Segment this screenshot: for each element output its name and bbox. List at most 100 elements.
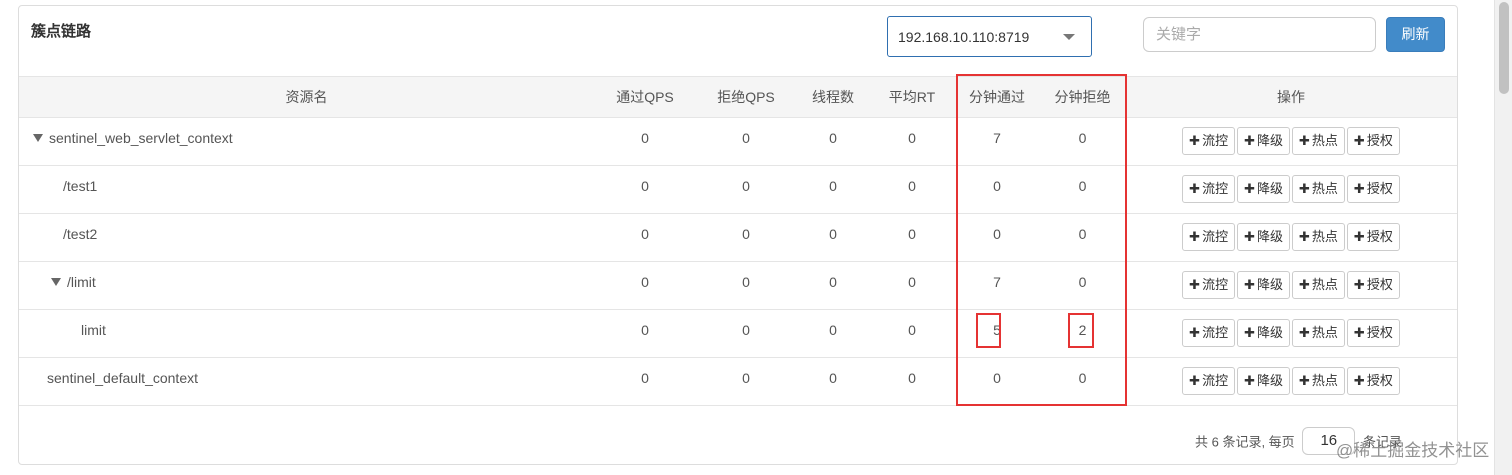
add-hotspot-rule-button[interactable]: ✚ 热点 <box>1292 367 1345 395</box>
cluster-node-panel: 簇点链路 192.168.10.110:8719 刷新 资源名 通过QPS 拒绝… <box>18 5 1458 465</box>
plus-icon: ✚ <box>1244 229 1255 244</box>
plus-icon: ✚ <box>1299 373 1310 388</box>
add-hotspot-rule-button[interactable]: ✚ 热点 <box>1292 271 1345 299</box>
table-row: /limit 0 0 0 0 7 0 ✚ 流控 ✚ 降级 ✚ 热点 ✚ 授权 <box>19 261 1457 310</box>
button-label: 降级 <box>1256 277 1283 292</box>
plus-icon: ✚ <box>1299 325 1310 340</box>
col-header-minute-pass[interactable]: 分钟通过 <box>954 76 1040 118</box>
minute-pass-cell: 7 <box>954 117 1040 166</box>
button-label: 热点 <box>1311 133 1338 148</box>
minute-block-cell: 2 <box>1040 309 1125 358</box>
add-degrade-rule-button[interactable]: ✚ 降级 <box>1237 175 1290 203</box>
minute-block-cell: 0 <box>1040 213 1125 262</box>
resource-name: /test2 <box>63 226 98 242</box>
add-auth-rule-button[interactable]: ✚ 授权 <box>1346 175 1400 203</box>
block-qps-cell: 0 <box>696 261 796 310</box>
resource-name-cell[interactable]: sentinel_default_context <box>19 357 594 406</box>
resource-name-cell[interactable]: limit <box>19 309 594 358</box>
actions-cell: ✚ 流控 ✚ 降级 ✚ 热点 ✚ 授权 <box>1125 357 1457 406</box>
add-hotspot-rule-button[interactable]: ✚ 热点 <box>1292 223 1345 251</box>
col-header-minute-block[interactable]: 分钟拒绝 <box>1040 76 1125 118</box>
add-auth-rule-button[interactable]: ✚ 授权 <box>1346 319 1400 347</box>
button-label: 授权 <box>1366 277 1393 292</box>
avg-rt-cell: 0 <box>870 357 954 406</box>
scrollbar-thumb[interactable] <box>1499 2 1509 94</box>
plus-icon: ✚ <box>1353 181 1365 196</box>
button-label: 流控 <box>1202 133 1229 148</box>
button-label: 流控 <box>1202 325 1229 340</box>
pass-qps-cell: 0 <box>594 117 696 166</box>
resource-name: sentinel_web_servlet_context <box>49 130 233 146</box>
col-header-block-qps[interactable]: 拒绝QPS <box>696 76 796 118</box>
table-row: sentinel_web_servlet_context 0 0 0 0 7 0… <box>19 117 1457 166</box>
plus-icon: ✚ <box>1353 325 1365 340</box>
add-flow-rule-button[interactable]: ✚ 流控 <box>1182 319 1236 347</box>
add-auth-rule-button[interactable]: ✚ 授权 <box>1346 271 1400 299</box>
collapse-triangle-icon[interactable] <box>33 134 43 142</box>
button-label: 热点 <box>1311 373 1338 388</box>
plus-icon: ✚ <box>1353 373 1365 388</box>
add-flow-rule-button[interactable]: ✚ 流控 <box>1182 223 1236 251</box>
actions-cell: ✚ 流控 ✚ 降级 ✚ 热点 ✚ 授权 <box>1125 117 1457 166</box>
table-row: limit 0 0 0 0 5 2 ✚ 流控 ✚ 降级 ✚ 热点 ✚ 授权 <box>19 309 1457 358</box>
add-hotspot-rule-button[interactable]: ✚ 热点 <box>1292 319 1345 347</box>
plus-icon: ✚ <box>1353 229 1365 244</box>
add-auth-rule-button[interactable]: ✚ 授权 <box>1346 127 1400 155</box>
button-label: 流控 <box>1202 229 1229 244</box>
button-label: 热点 <box>1311 181 1338 196</box>
button-label: 授权 <box>1366 181 1393 196</box>
col-header-pass-qps[interactable]: 通过QPS <box>594 76 696 118</box>
resource-name-cell[interactable]: /test1 <box>19 165 594 214</box>
actions-cell: ✚ 流控 ✚ 降级 ✚ 热点 ✚ 授权 <box>1125 213 1457 262</box>
add-degrade-rule-button[interactable]: ✚ 降级 <box>1237 127 1290 155</box>
table-row: /test1 0 0 0 0 0 0 ✚ 流控 ✚ 降级 ✚ 热点 ✚ 授权 <box>19 165 1457 214</box>
avg-rt-cell: 0 <box>870 309 954 358</box>
panel-title: 簇点链路 <box>31 23 92 40</box>
plus-icon: ✚ <box>1189 133 1201 148</box>
plus-icon: ✚ <box>1353 277 1365 292</box>
resource-name-cell[interactable]: /test2 <box>19 213 594 262</box>
resource-name-cell[interactable]: sentinel_web_servlet_context <box>19 117 594 166</box>
col-header-resource[interactable]: 资源名 <box>19 76 594 118</box>
pass-qps-cell: 0 <box>594 261 696 310</box>
page-scrollbar[interactable] <box>1494 0 1512 475</box>
keyword-search-input[interactable] <box>1143 17 1376 52</box>
button-label: 流控 <box>1202 373 1229 388</box>
col-header-threads[interactable]: 线程数 <box>796 76 870 118</box>
add-flow-rule-button[interactable]: ✚ 流控 <box>1182 127 1236 155</box>
plus-icon: ✚ <box>1189 229 1201 244</box>
plus-icon: ✚ <box>1244 133 1255 148</box>
add-degrade-rule-button[interactable]: ✚ 降级 <box>1237 223 1290 251</box>
add-hotspot-rule-button[interactable]: ✚ 热点 <box>1292 175 1345 203</box>
add-flow-rule-button[interactable]: ✚ 流控 <box>1182 175 1236 203</box>
pass-qps-cell: 0 <box>594 357 696 406</box>
resource-name-cell[interactable]: /limit <box>19 261 594 310</box>
resource-name: sentinel_default_context <box>47 370 198 386</box>
add-flow-rule-button[interactable]: ✚ 流控 <box>1182 367 1236 395</box>
add-auth-rule-button[interactable]: ✚ 授权 <box>1346 223 1400 251</box>
plus-icon: ✚ <box>1189 277 1201 292</box>
button-label: 降级 <box>1256 229 1283 244</box>
add-degrade-rule-button[interactable]: ✚ 降级 <box>1237 319 1290 347</box>
button-label: 授权 <box>1366 229 1393 244</box>
machine-select[interactable]: 192.168.10.110:8719 <box>887 16 1092 57</box>
threads-cell: 0 <box>796 309 870 358</box>
add-auth-rule-button[interactable]: ✚ 授权 <box>1346 367 1400 395</box>
collapse-triangle-icon[interactable] <box>51 278 61 286</box>
minute-pass-cell: 0 <box>954 357 1040 406</box>
minute-pass-cell: 0 <box>954 213 1040 262</box>
minute-pass-cell: 5 <box>954 309 1040 358</box>
add-degrade-rule-button[interactable]: ✚ 降级 <box>1237 367 1290 395</box>
col-header-actions: 操作 <box>1125 76 1457 118</box>
minute-block-cell: 0 <box>1040 261 1125 310</box>
minute-block-cell: 0 <box>1040 117 1125 166</box>
add-hotspot-rule-button[interactable]: ✚ 热点 <box>1292 127 1345 155</box>
actions-cell: ✚ 流控 ✚ 降级 ✚ 热点 ✚ 授权 <box>1125 309 1457 358</box>
add-degrade-rule-button[interactable]: ✚ 降级 <box>1237 271 1290 299</box>
table-row: sentinel_default_context 0 0 0 0 0 0 ✚ 流控… <box>19 357 1457 406</box>
add-flow-rule-button[interactable]: ✚ 流控 <box>1182 271 1236 299</box>
col-header-avg-rt[interactable]: 平均RT <box>870 76 954 118</box>
refresh-button[interactable]: 刷新 <box>1386 17 1445 52</box>
threads-cell: 0 <box>796 117 870 166</box>
actions-cell: ✚ 流控 ✚ 降级 ✚ 热点 ✚ 授权 <box>1125 165 1457 214</box>
